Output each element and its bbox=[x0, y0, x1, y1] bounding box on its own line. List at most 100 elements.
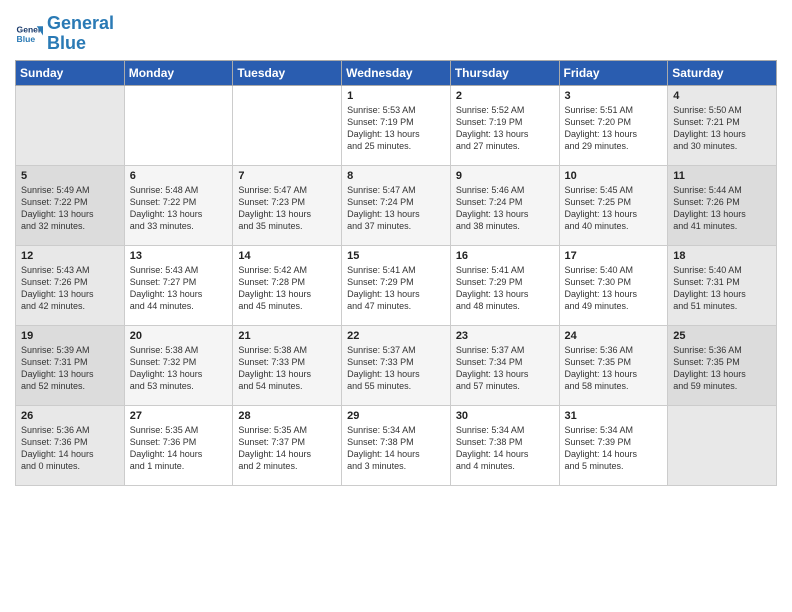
day-info: Sunrise: 5:39 AM Sunset: 7:31 PM Dayligh… bbox=[21, 344, 119, 393]
day-info: Sunrise: 5:46 AM Sunset: 7:24 PM Dayligh… bbox=[456, 184, 554, 233]
calendar-cell bbox=[233, 85, 342, 165]
day-number: 5 bbox=[21, 170, 119, 182]
calendar-cell: 26 Sunrise: 5:36 AM Sunset: 7:36 PM Dayli… bbox=[16, 405, 125, 485]
calendar-week-2: 5 Sunrise: 5:49 AM Sunset: 7:22 PM Daylig… bbox=[16, 165, 777, 245]
calendar-cell: 22 Sunrise: 5:37 AM Sunset: 7:33 PM Dayli… bbox=[342, 325, 451, 405]
day-info: Sunrise: 5:43 AM Sunset: 7:26 PM Dayligh… bbox=[21, 264, 119, 313]
weekday-header-monday: Monday bbox=[124, 60, 233, 85]
day-number: 18 bbox=[673, 250, 771, 262]
day-number: 8 bbox=[347, 170, 445, 182]
day-info: Sunrise: 5:38 AM Sunset: 7:32 PM Dayligh… bbox=[130, 344, 228, 393]
day-number: 28 bbox=[238, 410, 336, 422]
day-info: Sunrise: 5:47 AM Sunset: 7:24 PM Dayligh… bbox=[347, 184, 445, 233]
calendar-cell: 14 Sunrise: 5:42 AM Sunset: 7:28 PM Dayli… bbox=[233, 245, 342, 325]
day-number: 13 bbox=[130, 250, 228, 262]
calendar-week-5: 26 Sunrise: 5:36 AM Sunset: 7:36 PM Dayli… bbox=[16, 405, 777, 485]
day-number: 17 bbox=[565, 250, 663, 262]
calendar-cell: 29 Sunrise: 5:34 AM Sunset: 7:38 PM Dayli… bbox=[342, 405, 451, 485]
day-info: Sunrise: 5:34 AM Sunset: 7:39 PM Dayligh… bbox=[565, 424, 663, 473]
day-info: Sunrise: 5:52 AM Sunset: 7:19 PM Dayligh… bbox=[456, 104, 554, 153]
day-info: Sunrise: 5:44 AM Sunset: 7:26 PM Dayligh… bbox=[673, 184, 771, 233]
calendar-week-4: 19 Sunrise: 5:39 AM Sunset: 7:31 PM Dayli… bbox=[16, 325, 777, 405]
day-info: Sunrise: 5:40 AM Sunset: 7:31 PM Dayligh… bbox=[673, 264, 771, 313]
day-info: Sunrise: 5:36 AM Sunset: 7:36 PM Dayligh… bbox=[21, 424, 119, 473]
day-info: Sunrise: 5:37 AM Sunset: 7:33 PM Dayligh… bbox=[347, 344, 445, 393]
weekday-header-tuesday: Tuesday bbox=[233, 60, 342, 85]
day-number: 6 bbox=[130, 170, 228, 182]
day-number: 26 bbox=[21, 410, 119, 422]
day-info: Sunrise: 5:45 AM Sunset: 7:25 PM Dayligh… bbox=[565, 184, 663, 233]
calendar-cell: 1 Sunrise: 5:53 AM Sunset: 7:19 PM Daylig… bbox=[342, 85, 451, 165]
day-number: 30 bbox=[456, 410, 554, 422]
day-number: 16 bbox=[456, 250, 554, 262]
calendar-cell: 12 Sunrise: 5:43 AM Sunset: 7:26 PM Dayli… bbox=[16, 245, 125, 325]
svg-text:Blue: Blue bbox=[17, 34, 36, 44]
day-info: Sunrise: 5:35 AM Sunset: 7:37 PM Dayligh… bbox=[238, 424, 336, 473]
day-info: Sunrise: 5:48 AM Sunset: 7:22 PM Dayligh… bbox=[130, 184, 228, 233]
calendar-cell: 24 Sunrise: 5:36 AM Sunset: 7:35 PM Dayli… bbox=[559, 325, 668, 405]
calendar-cell: 13 Sunrise: 5:43 AM Sunset: 7:27 PM Dayli… bbox=[124, 245, 233, 325]
calendar-week-3: 12 Sunrise: 5:43 AM Sunset: 7:26 PM Dayli… bbox=[16, 245, 777, 325]
calendar-cell: 25 Sunrise: 5:36 AM Sunset: 7:35 PM Dayli… bbox=[668, 325, 777, 405]
calendar-cell: 11 Sunrise: 5:44 AM Sunset: 7:26 PM Dayli… bbox=[668, 165, 777, 245]
calendar-cell: 7 Sunrise: 5:47 AM Sunset: 7:23 PM Daylig… bbox=[233, 165, 342, 245]
calendar-cell: 18 Sunrise: 5:40 AM Sunset: 7:31 PM Dayli… bbox=[668, 245, 777, 325]
calendar-cell: 27Sunrise: 5:35 AM Sunset: 7:36 PM Dayli… bbox=[124, 405, 233, 485]
calendar-cell: 8 Sunrise: 5:47 AM Sunset: 7:24 PM Daylig… bbox=[342, 165, 451, 245]
calendar-table: SundayMondayTuesdayWednesdayThursdayFrid… bbox=[15, 60, 777, 486]
calendar-cell: 9Sunrise: 5:46 AM Sunset: 7:24 PM Daylig… bbox=[450, 165, 559, 245]
day-number: 10 bbox=[565, 170, 663, 182]
calendar-cell: 23Sunrise: 5:37 AM Sunset: 7:34 PM Dayli… bbox=[450, 325, 559, 405]
day-info: Sunrise: 5:49 AM Sunset: 7:22 PM Dayligh… bbox=[21, 184, 119, 233]
calendar-cell: 31 Sunrise: 5:34 AM Sunset: 7:39 PM Dayli… bbox=[559, 405, 668, 485]
day-info: Sunrise: 5:41 AM Sunset: 7:29 PM Dayligh… bbox=[347, 264, 445, 313]
calendar-cell: 5 Sunrise: 5:49 AM Sunset: 7:22 PM Daylig… bbox=[16, 165, 125, 245]
day-number: 1 bbox=[347, 90, 445, 102]
day-number: 14 bbox=[238, 250, 336, 262]
calendar-cell: 30 Sunrise: 5:34 AM Sunset: 7:38 PM Dayli… bbox=[450, 405, 559, 485]
day-number: 11 bbox=[673, 170, 771, 182]
day-number: 31 bbox=[565, 410, 663, 422]
day-number: 25 bbox=[673, 330, 771, 342]
day-info: Sunrise: 5:47 AM Sunset: 7:23 PM Dayligh… bbox=[238, 184, 336, 233]
day-number: 4 bbox=[673, 90, 771, 102]
calendar-cell: 2Sunrise: 5:52 AM Sunset: 7:19 PM Daylig… bbox=[450, 85, 559, 165]
day-info: Sunrise: 5:53 AM Sunset: 7:19 PM Dayligh… bbox=[347, 104, 445, 153]
day-info: Sunrise: 5:37 AM Sunset: 7:34 PM Dayligh… bbox=[456, 344, 554, 393]
page-header: General Blue GeneralBlue bbox=[15, 10, 777, 54]
day-number: 20 bbox=[130, 330, 228, 342]
day-info: Sunrise: 5:36 AM Sunset: 7:35 PM Dayligh… bbox=[673, 344, 771, 393]
day-info: Sunrise: 5:50 AM Sunset: 7:21 PM Dayligh… bbox=[673, 104, 771, 153]
day-info: Sunrise: 5:43 AM Sunset: 7:27 PM Dayligh… bbox=[130, 264, 228, 313]
calendar-cell: 15Sunrise: 5:41 AM Sunset: 7:29 PM Dayli… bbox=[342, 245, 451, 325]
calendar-cell bbox=[668, 405, 777, 485]
day-info: Sunrise: 5:34 AM Sunset: 7:38 PM Dayligh… bbox=[456, 424, 554, 473]
day-number: 19 bbox=[21, 330, 119, 342]
day-number: 3 bbox=[565, 90, 663, 102]
day-number: 12 bbox=[21, 250, 119, 262]
day-number: 29 bbox=[347, 410, 445, 422]
calendar-cell: 21Sunrise: 5:38 AM Sunset: 7:33 PM Dayli… bbox=[233, 325, 342, 405]
day-number: 7 bbox=[238, 170, 336, 182]
calendar-cell: 17Sunrise: 5:40 AM Sunset: 7:30 PM Dayli… bbox=[559, 245, 668, 325]
day-number: 22 bbox=[347, 330, 445, 342]
day-info: Sunrise: 5:42 AM Sunset: 7:28 PM Dayligh… bbox=[238, 264, 336, 313]
day-info: Sunrise: 5:51 AM Sunset: 7:20 PM Dayligh… bbox=[565, 104, 663, 153]
calendar-cell bbox=[124, 85, 233, 165]
weekday-header-wednesday: Wednesday bbox=[342, 60, 451, 85]
day-info: Sunrise: 5:36 AM Sunset: 7:35 PM Dayligh… bbox=[565, 344, 663, 393]
calendar-week-1: 1 Sunrise: 5:53 AM Sunset: 7:19 PM Daylig… bbox=[16, 85, 777, 165]
calendar-header-row: SundayMondayTuesdayWednesdayThursdayFrid… bbox=[16, 60, 777, 85]
calendar-cell: 6 Sunrise: 5:48 AM Sunset: 7:22 PM Daylig… bbox=[124, 165, 233, 245]
calendar-cell: 20 Sunrise: 5:38 AM Sunset: 7:32 PM Dayli… bbox=[124, 325, 233, 405]
weekday-header-friday: Friday bbox=[559, 60, 668, 85]
weekday-header-saturday: Saturday bbox=[668, 60, 777, 85]
logo-icon: General Blue bbox=[15, 20, 43, 48]
calendar-cell: 28 Sunrise: 5:35 AM Sunset: 7:37 PM Dayli… bbox=[233, 405, 342, 485]
day-info: Sunrise: 5:34 AM Sunset: 7:38 PM Dayligh… bbox=[347, 424, 445, 473]
day-info: Sunrise: 5:38 AM Sunset: 7:33 PM Dayligh… bbox=[238, 344, 336, 393]
weekday-header-thursday: Thursday bbox=[450, 60, 559, 85]
day-info: Sunrise: 5:41 AM Sunset: 7:29 PM Dayligh… bbox=[456, 264, 554, 313]
logo-text: GeneralBlue bbox=[47, 14, 114, 54]
day-number: 24 bbox=[565, 330, 663, 342]
